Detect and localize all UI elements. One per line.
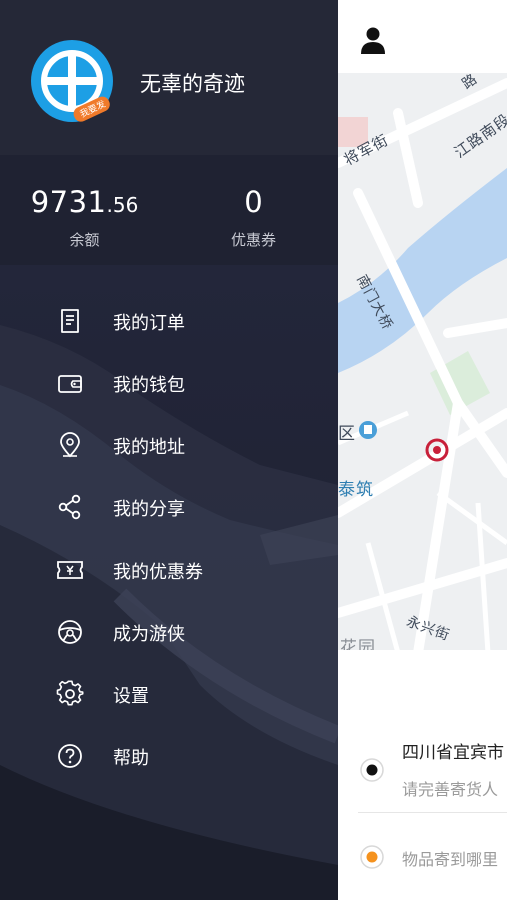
coupons-label: 优惠券 bbox=[230, 231, 276, 249]
menu-item-orders[interactable]: 我的订单 bbox=[0, 295, 338, 347]
share-icon bbox=[58, 494, 81, 520]
menu-item-share[interactable]: 我的分享 bbox=[0, 481, 338, 533]
destination-dot-icon bbox=[360, 845, 384, 869]
destination-input[interactable]: 物品寄到哪里 bbox=[402, 846, 498, 870]
menu-item-settings[interactable]: 设置 bbox=[0, 668, 338, 720]
origin-sender-hint[interactable]: 请完善寄货人 bbox=[402, 776, 498, 800]
app-top-bar bbox=[338, 0, 507, 73]
gear-icon bbox=[56, 680, 84, 706]
panel-divider bbox=[358, 812, 507, 813]
menu-label-address: 我的地址 bbox=[113, 437, 185, 458]
menu-label-wallet: 我的钱包 bbox=[113, 375, 185, 396]
balance-stat[interactable]: 9731.56 余额 bbox=[0, 155, 169, 265]
main-app-view: 将军街 江路南段 南门大桥 区 泰筑 永兴街 花园 路 四川省宜宾市 请完善寄货… bbox=[338, 0, 507, 900]
menu-item-wallet[interactable]: 我的钱包 bbox=[0, 357, 338, 409]
menu-item-coupons[interactable]: 我的优惠券 bbox=[0, 544, 338, 596]
coupons-value: 0 bbox=[244, 185, 263, 219]
menu-label-orders: 我的订单 bbox=[113, 313, 185, 334]
coupons-stat[interactable]: 0 优惠券 bbox=[169, 155, 338, 265]
coupon-ticket-icon bbox=[57, 561, 83, 579]
balance-value-int: 9731 bbox=[30, 185, 107, 219]
menu-label-become-ranger: 成为游侠 bbox=[113, 624, 185, 645]
steering-wheel-icon bbox=[58, 620, 82, 644]
help-circle-icon bbox=[58, 744, 82, 768]
menu-item-help[interactable]: 帮助 bbox=[0, 730, 338, 782]
balance-label: 余额 bbox=[69, 231, 100, 249]
origin-dot-icon bbox=[360, 758, 384, 782]
username[interactable]: 无辜的奇迹 bbox=[140, 68, 245, 98]
menu-label-settings: 设置 bbox=[113, 686, 149, 707]
menu-label-help: 帮助 bbox=[113, 748, 149, 769]
map-label-district: 区 bbox=[338, 424, 356, 444]
drawer-header: 我要发 无辜的奇迹 bbox=[0, 0, 338, 155]
order-document-icon bbox=[61, 309, 79, 333]
location-pin-icon bbox=[60, 432, 80, 458]
menu-item-become-ranger[interactable]: 成为游侠 bbox=[0, 606, 338, 658]
account-stats: 9731.56 余额 0 优惠券 bbox=[0, 155, 338, 265]
menu-item-address[interactable]: 我的地址 bbox=[0, 419, 338, 471]
menu-label-share: 我的分享 bbox=[113, 499, 185, 520]
menu-label-coupons: 我的优惠券 bbox=[113, 562, 203, 583]
wallet-icon bbox=[58, 375, 82, 393]
balance-value-decimal: .56 bbox=[106, 193, 139, 217]
user-profile-icon[interactable] bbox=[361, 26, 385, 54]
map-label-building: 泰筑 bbox=[338, 480, 374, 500]
map-view[interactable]: 将军街 江路南段 南门大桥 区 泰筑 永兴街 花园 路 bbox=[338, 73, 507, 653]
origin-address[interactable]: 四川省宜宾市 bbox=[402, 738, 504, 763]
navigation-drawer: 我要发 无辜的奇迹 9731.56 余额 0 优惠券 我的订单 我的钱包 我的地… bbox=[0, 0, 338, 900]
